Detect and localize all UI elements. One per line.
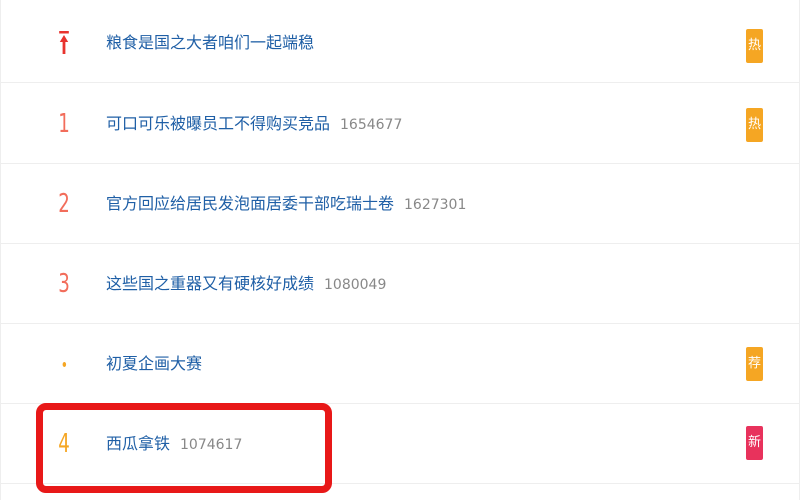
rank-number: 4	[58, 429, 70, 459]
rank-number: 1	[58, 109, 70, 139]
list-item[interactable]: 1 可口可乐被曝员工不得购买竞品 1654677 热	[1, 84, 799, 164]
list-item-link[interactable]: 可口可乐被曝员工不得购买竞品 1654677	[106, 84, 402, 164]
list-item-link[interactable]: 西瓜拿铁 1074617	[106, 404, 242, 484]
hot-badge: 热	[746, 108, 763, 142]
hot-count: 1654677	[340, 117, 403, 133]
list-item-promoted[interactable]: 初夏企画大赛 荐	[1, 324, 799, 404]
list-item-pinned[interactable]: 粮食是国之大者咱们一起端稳 热	[1, 3, 799, 83]
hot-badge: 热	[746, 29, 763, 63]
rank-number: 3	[58, 269, 70, 299]
list-item-title[interactable]: 粮食是国之大者咱们一起端稳	[106, 33, 314, 52]
hot-search-list: 粮食是国之大者咱们一起端稳 热 1 可口可乐被曝员工不得购买竞品 1654677 …	[0, 0, 800, 500]
rank-pinned	[54, 3, 75, 83]
list-item-link[interactable]: 初夏企画大赛	[106, 324, 202, 404]
hot-count: 1074617	[180, 437, 243, 453]
recommend-badge: 荐	[746, 347, 763, 381]
list-item-link[interactable]: 这些国之重器又有硬核好成绩 1080049	[106, 244, 386, 324]
list-item[interactable]: 4 西瓜拿铁 1074617 新	[1, 404, 799, 484]
list-item-title[interactable]: 初夏企画大赛	[106, 354, 202, 373]
list-item[interactable]: 2 官方回应给居民发泡面居委干部吃瑞士卷 1627301	[1, 164, 799, 244]
list-item-link[interactable]: 官方回应给居民发泡面居委干部吃瑞士卷 1627301	[106, 164, 466, 244]
list-item[interactable]: 3 这些国之重器又有硬核好成绩 1080049	[1, 244, 799, 324]
hot-count: 1080049	[324, 277, 387, 293]
list-item-title[interactable]: 西瓜拿铁	[106, 434, 170, 453]
hot-count: 1627301	[404, 197, 467, 213]
list-item-title[interactable]: 官方回应给居民发泡面居委干部吃瑞士卷	[106, 194, 394, 213]
list-item-title[interactable]: 这些国之重器又有硬核好成绩	[106, 274, 314, 293]
list-item-link[interactable]: 粮食是国之大者咱们一起端稳	[106, 3, 314, 83]
promo-dot-icon	[62, 362, 66, 367]
list-item-title[interactable]: 可口可乐被曝员工不得购买竞品	[106, 114, 330, 133]
new-badge: 新	[746, 426, 763, 460]
rank-promoted	[54, 324, 75, 404]
rank-number: 2	[58, 189, 70, 219]
pin-top-icon	[59, 31, 69, 54]
